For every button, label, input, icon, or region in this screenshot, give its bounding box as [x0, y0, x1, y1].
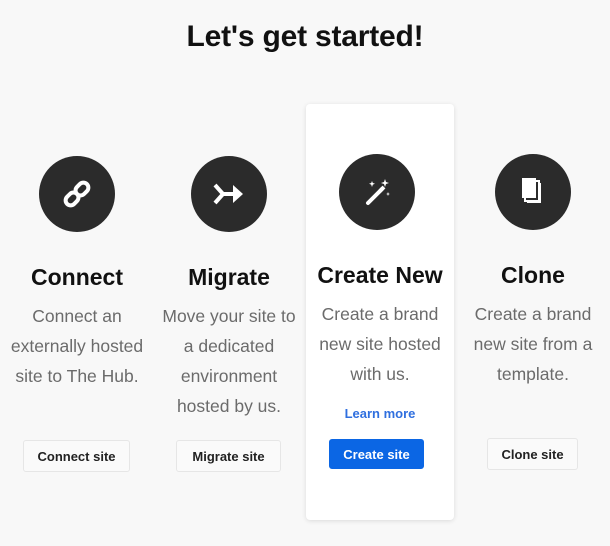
magic-wand-icon — [339, 154, 415, 230]
description-line: with us. — [350, 364, 410, 384]
learn-more-link[interactable]: Learn more — [306, 406, 454, 421]
clone-site-button[interactable]: Clone site — [487, 438, 578, 470]
description-line: new site hosted — [319, 334, 441, 354]
copy-pages-icon-svg — [522, 178, 541, 203]
copy-pages-icon — [495, 154, 571, 230]
magic-wand-icon-svg — [366, 179, 390, 205]
description-line: template. — [497, 364, 569, 384]
link-icon-svg — [63, 180, 91, 208]
description-line: a dedicated — [183, 336, 275, 356]
description-line: environment — [180, 366, 278, 386]
card-clone: Clone Create a brand new site from a tem… — [456, 104, 610, 520]
description-line: Create a brand — [321, 304, 439, 324]
description-line: site to The Hub. — [15, 366, 139, 386]
page-title: Let's get started! — [186, 20, 424, 53]
card-create-new: Create New Create a brand new site hoste… — [306, 104, 454, 520]
card-description: Connect an externally hosted site to The… — [0, 301, 154, 391]
description-line: hosted by us. — [176, 396, 282, 416]
description-line: Connect an — [32, 306, 122, 326]
create-site-button[interactable]: Create site — [329, 439, 424, 469]
description-line: externally hosted — [10, 336, 144, 356]
link-icon — [39, 156, 115, 232]
migrate-site-button[interactable]: Migrate site — [176, 440, 281, 472]
card-title: Migrate — [188, 264, 270, 290]
migrate-arrow-icon — [191, 156, 267, 232]
onboarding-page: Let's get started! Connect Connect an ex… — [0, 0, 610, 546]
description-line: Move your site to — [162, 306, 296, 326]
card-title: Create New — [317, 262, 443, 288]
card-migrate: Migrate Move your site to a dedicated en… — [154, 104, 304, 520]
card-description: Move your site to a dedicated environmen… — [154, 301, 304, 421]
description-line: Create a brand — [474, 304, 592, 324]
card-description: Create a brand new site hosted with us. — [306, 299, 454, 389]
description-line: new site from a — [473, 334, 593, 354]
card-connect: Connect Connect an externally hosted sit… — [0, 104, 154, 520]
card-title: Clone — [501, 262, 565, 288]
migrate-arrow-icon-svg — [213, 183, 243, 205]
card-description: Create a brand new site from a template. — [456, 299, 610, 389]
connect-site-button[interactable]: Connect site — [23, 440, 130, 472]
card-title: Connect — [31, 264, 123, 290]
